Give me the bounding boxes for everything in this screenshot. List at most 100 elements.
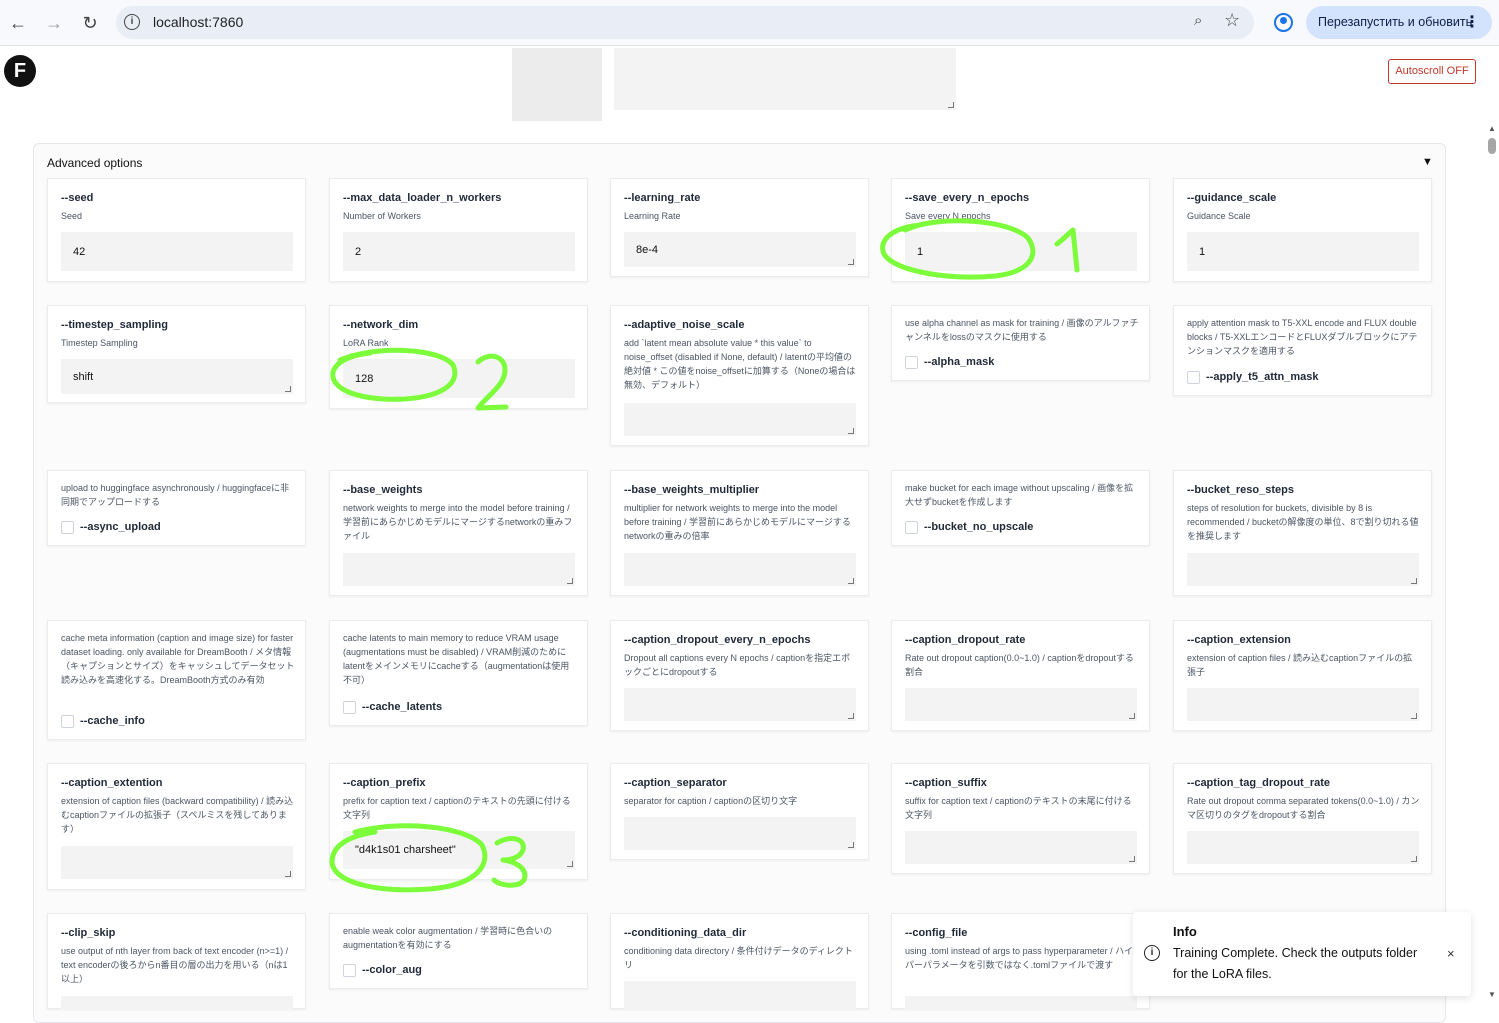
resize-grip-icon[interactable] [285, 386, 291, 392]
caption-separator-input[interactable] [624, 817, 856, 850]
field-description: suffix for caption text / captionのテキストの末… [905, 796, 1132, 820]
forward-icon[interactable]: → [42, 11, 66, 35]
base-weights-multiplier-input[interactable] [624, 553, 856, 586]
resize-grip-icon[interactable] [1411, 578, 1417, 584]
collapse-caret-icon[interactable]: ▼ [1422, 156, 1433, 168]
field-description: prefix for caption text / captionのテキストの先… [343, 796, 571, 820]
guidance-scale-input[interactable]: 1 [1187, 232, 1419, 271]
field-bucket-reso-steps: --bucket_reso_steps steps of resolution … [1173, 470, 1432, 596]
checkbox-label[interactable]: --cache_latents [362, 701, 442, 713]
bucket-reso-steps-input[interactable] [1187, 553, 1419, 586]
close-icon[interactable]: × [1447, 946, 1455, 961]
caption-prefix-input[interactable]: "d4k1s01 charsheet" [343, 831, 575, 869]
field-description: use output of nth layer from back of tex… [61, 946, 289, 984]
relaunch-label: Перезапустить и обновить [1318, 15, 1473, 29]
site-info-icon[interactable]: i [124, 14, 140, 30]
field-label: --caption_extension [1187, 634, 1291, 646]
field-save-every: --save_every_n_epochs Save every N epoch… [891, 178, 1150, 282]
conditioning-dir-input[interactable] [624, 981, 856, 1010]
scroll-up-icon[interactable]: ▲ [1488, 124, 1496, 133]
caption-suffix-input[interactable] [905, 831, 1137, 864]
page-scrollbar[interactable]: ▲ ▼ [1485, 124, 1499, 1009]
field-label: --learning_rate [624, 192, 701, 204]
checkbox-label[interactable]: --apply_t5_attn_mask [1206, 371, 1319, 383]
resize-grip-icon[interactable] [848, 259, 854, 265]
checkbox-label[interactable]: --cache_info [80, 715, 145, 727]
caption-dropout-epochs-input[interactable] [624, 688, 856, 721]
field-label: --seed [61, 192, 94, 204]
caption-dropout-rate-input[interactable] [905, 688, 1137, 721]
back-icon[interactable]: ← [6, 11, 30, 35]
address-bar[interactable]: i localhost:7860 ⌕ ☆ [116, 6, 1254, 39]
seed-input[interactable]: 42 [61, 232, 293, 271]
field-label: --adaptive_noise_scale [624, 319, 745, 331]
field-description: enable weak color augmentation / 学習時に色合い… [343, 926, 553, 950]
resize-grip-icon[interactable] [1411, 856, 1417, 862]
resize-grip-icon[interactable] [848, 713, 854, 719]
relaunch-button[interactable]: Перезапустить и обновить ⋮ [1306, 6, 1492, 39]
field-conditioning-data-dir: --conditioning_data_dir conditioning dat… [610, 913, 869, 1010]
field-caption-extension: --caption_extension extension of caption… [1173, 620, 1432, 731]
field-learning-rate: --learning_rate Learning Rate 8e-4 [610, 178, 869, 277]
field-label: --clip_skip [61, 927, 116, 939]
alpha-mask-checkbox[interactable] [905, 356, 918, 369]
checkbox-label[interactable]: --alpha_mask [924, 356, 994, 368]
adaptive-noise-input[interactable] [624, 403, 856, 436]
field-guidance-scale: --guidance_scale Guidance Scale 1 [1173, 178, 1432, 282]
cache-latents-checkbox[interactable] [343, 701, 356, 714]
advanced-options-title[interactable]: Advanced options [47, 156, 142, 170]
resize-grip-icon[interactable] [1411, 713, 1417, 719]
checkbox-label[interactable]: --color_aug [362, 964, 422, 976]
profile-icon[interactable] [1274, 13, 1293, 32]
config-file-input[interactable] [905, 996, 1137, 1010]
scroll-down-icon[interactable]: ▼ [1488, 990, 1496, 999]
learning-rate-input[interactable]: 8e-4 [624, 232, 856, 267]
checkbox-label[interactable]: --async_upload [80, 521, 161, 533]
url-text[interactable]: localhost:7860 [153, 14, 243, 30]
color-aug-checkbox[interactable] [343, 964, 356, 977]
field-description: use alpha channel as mask for training /… [905, 318, 1139, 342]
caption-tag-dropout-input[interactable] [1187, 831, 1419, 864]
field-label: --network_dim [343, 319, 419, 331]
async-upload-checkbox[interactable] [61, 521, 74, 534]
clip-skip-input[interactable] [61, 996, 293, 1010]
field-caption-dropout-rate: --caption_dropout_rate Rate out dropout … [891, 620, 1150, 731]
blurred-image-placeholder [512, 48, 602, 121]
field-apply-t5-attn-mask: apply attention mask to T5-XXL encode an… [1173, 305, 1432, 396]
t5-attn-mask-checkbox[interactable] [1187, 371, 1200, 384]
resize-grip-icon[interactable] [848, 842, 854, 848]
network-dim-input[interactable]: 128 [343, 359, 575, 398]
field-alpha-mask: use alpha channel as mask for training /… [891, 305, 1150, 381]
resize-grip-icon[interactable] [848, 578, 854, 584]
browser-menu-icon[interactable]: ⋮ [1464, 6, 1480, 39]
autoscroll-button[interactable]: Autoscroll OFF [1388, 59, 1476, 84]
learning-rate-value: 8e-4 [636, 243, 659, 256]
field-base-weights: --base_weights network weights to merge … [329, 470, 588, 596]
scrollbar-thumb[interactable] [1488, 138, 1496, 154]
bucket-no-upscale-checkbox[interactable] [905, 521, 918, 534]
resize-grip-icon[interactable] [1129, 713, 1135, 719]
caption-extention-input[interactable] [61, 846, 293, 879]
resize-grip-icon[interactable] [567, 861, 573, 867]
resize-grip-icon[interactable] [567, 578, 573, 584]
caption-extension-input[interactable] [1187, 688, 1419, 721]
field-description: add `latent mean absolute value * this v… [624, 338, 856, 390]
max-workers-input[interactable]: 2 [343, 232, 575, 271]
reload-icon[interactable]: ↻ [78, 11, 102, 35]
resize-grip-icon[interactable] [285, 871, 291, 877]
field-caption-suffix: --caption_suffix suffix for caption text… [891, 763, 1150, 874]
toast-message: Training Complete. Check the outputs fol… [1173, 946, 1418, 981]
base-weights-input[interactable] [343, 553, 575, 586]
bookmark-star-icon[interactable]: ☆ [1224, 10, 1240, 31]
field-description: upload to huggingface asynchronously / h… [61, 483, 290, 507]
field-label: --conditioning_data_dir [624, 927, 747, 939]
zoom-icon[interactable]: ⌕ [1194, 12, 1202, 29]
resize-grip-icon[interactable] [848, 428, 854, 434]
checkbox-label[interactable]: --bucket_no_upscale [924, 521, 1033, 533]
field-description: LoRA Rank [343, 338, 389, 348]
timestep-sampling-input[interactable]: shift [61, 359, 293, 394]
field-network-dim: --network_dim LoRA Rank 128 [329, 305, 588, 409]
resize-grip-icon[interactable] [1129, 856, 1135, 862]
save-every-input[interactable]: 1 [905, 232, 1137, 271]
cache-info-checkbox[interactable] [61, 715, 74, 728]
